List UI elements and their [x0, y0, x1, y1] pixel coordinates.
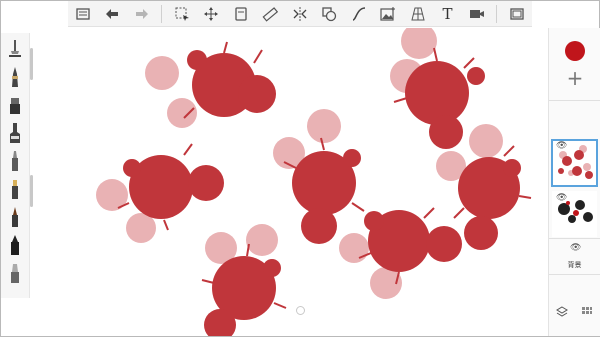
layer-grid-icon[interactable] — [581, 306, 593, 321]
add-layer-button[interactable]: + — [563, 66, 587, 90]
canvas-artwork — [96, 23, 532, 340]
toolbar-divider — [496, 4, 498, 23]
redo-icon[interactable] — [132, 4, 152, 24]
perspective-grid-icon[interactable] — [408, 4, 428, 24]
fullscreen-icon[interactable] — [507, 4, 527, 24]
ink-brush-icon[interactable] — [5, 206, 25, 228]
panel-divider — [549, 238, 600, 239]
record-icon[interactable] — [467, 4, 487, 24]
ruler-icon[interactable] — [260, 4, 280, 24]
chisel-brush-icon[interactable] — [5, 178, 25, 200]
layers-stack-icon[interactable] — [555, 305, 568, 321]
crop-icon[interactable] — [231, 4, 251, 24]
top-toolbar: T — [68, 1, 532, 27]
brush-panel — [1, 33, 30, 298]
marker-brush-icon[interactable] — [5, 122, 25, 144]
shape-icon[interactable] — [319, 4, 339, 24]
layer-panel-footer — [549, 304, 600, 322]
layer-2-visibility-icon[interactable]: 👁 — [556, 193, 567, 203]
panel-divider — [549, 100, 600, 101]
layer-1-visibility-icon[interactable]: 👁 — [556, 141, 567, 151]
text-icon[interactable]: T — [437, 4, 457, 24]
text-tool-glyph: T — [442, 4, 453, 23]
gallery-icon[interactable] — [73, 4, 93, 24]
dark-splatters — [123, 50, 521, 340]
brush-cursor — [296, 306, 305, 315]
airbrush-icon[interactable] — [5, 94, 25, 116]
symmetry-icon[interactable] — [290, 4, 310, 24]
color-swatch[interactable] — [565, 41, 585, 61]
toolbar-divider — [161, 4, 163, 23]
pen-brush-icon[interactable] — [5, 66, 25, 88]
curve-icon[interactable] — [349, 4, 369, 24]
background-visibility-icon[interactable]: 👁 — [570, 243, 581, 253]
undo-icon[interactable] — [102, 4, 122, 24]
pencil-brush-icon[interactable] — [5, 38, 25, 60]
select-icon[interactable] — [172, 4, 192, 24]
right-panel: + 👁 👁 👁 背景 — [548, 28, 600, 336]
drawing-canvas[interactable] — [34, 23, 546, 340]
image-icon[interactable] — [378, 4, 398, 24]
brush-scrollbar-handle[interactable] — [30, 175, 33, 207]
brush-scrollbar[interactable] — [30, 48, 33, 80]
transform-icon[interactable] — [201, 4, 221, 24]
paint-brush-icon[interactable] — [5, 150, 25, 172]
panel-divider — [549, 274, 600, 275]
fill-brush-icon[interactable] — [5, 234, 25, 256]
eraser-brush-icon[interactable] — [5, 262, 25, 284]
background-layer-label[interactable]: 背景 — [549, 260, 600, 270]
